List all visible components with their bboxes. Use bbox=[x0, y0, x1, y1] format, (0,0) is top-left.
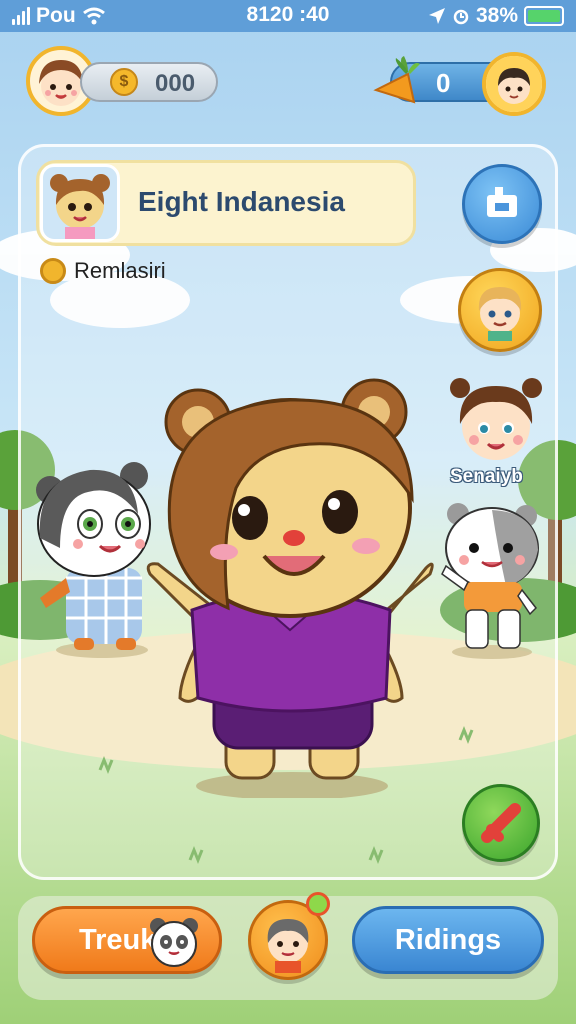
profile-thumbnail bbox=[40, 164, 120, 242]
coin-counter[interactable] bbox=[80, 62, 218, 102]
panda-face-icon bbox=[150, 918, 198, 967]
profile-name: Eight Indanesia bbox=[138, 186, 345, 217]
carrot-value: 0 bbox=[436, 68, 451, 98]
carrot-icon bbox=[373, 56, 420, 104]
friend-name-label: Senaiyb bbox=[450, 466, 523, 487]
medal-icon bbox=[40, 258, 66, 284]
edit-button[interactable] bbox=[462, 164, 542, 244]
bear-girl-thumb-icon bbox=[50, 174, 110, 239]
status-bar: Pou 8120 :40 38% bbox=[0, 0, 576, 32]
location-arrow-icon bbox=[428, 8, 445, 24]
alarm-icon bbox=[453, 9, 469, 25]
ridings-button[interactable]: Ridings bbox=[352, 906, 544, 974]
close-icon bbox=[481, 803, 521, 843]
status-right: 38% bbox=[428, 4, 564, 28]
friend-girl-character[interactable] bbox=[446, 376, 546, 466]
treuk-button-label: Treuk bbox=[79, 923, 157, 956]
friend-avatar-top[interactable] bbox=[482, 52, 546, 116]
edit-icon bbox=[487, 187, 517, 217]
ridings-button-label: Ridings bbox=[394, 923, 502, 956]
coin-icon: $ bbox=[110, 68, 138, 96]
boy-face-icon bbox=[486, 56, 542, 112]
small-bear-character[interactable] bbox=[436, 500, 546, 660]
close-button[interactable] bbox=[462, 784, 540, 862]
battery-icon bbox=[524, 6, 564, 26]
battery-percent: 38% bbox=[475, 4, 518, 27]
coin-value: 000 bbox=[155, 70, 196, 97]
main-bear-character[interactable] bbox=[140, 378, 440, 798]
notification-badge bbox=[306, 892, 330, 916]
friend-avatar-button[interactable] bbox=[458, 268, 542, 352]
profile-subtitle: Remlasiri bbox=[74, 258, 166, 283]
profile-subtitle-row: Remlasiri bbox=[40, 258, 166, 284]
blonde-boy-icon bbox=[478, 287, 522, 341]
